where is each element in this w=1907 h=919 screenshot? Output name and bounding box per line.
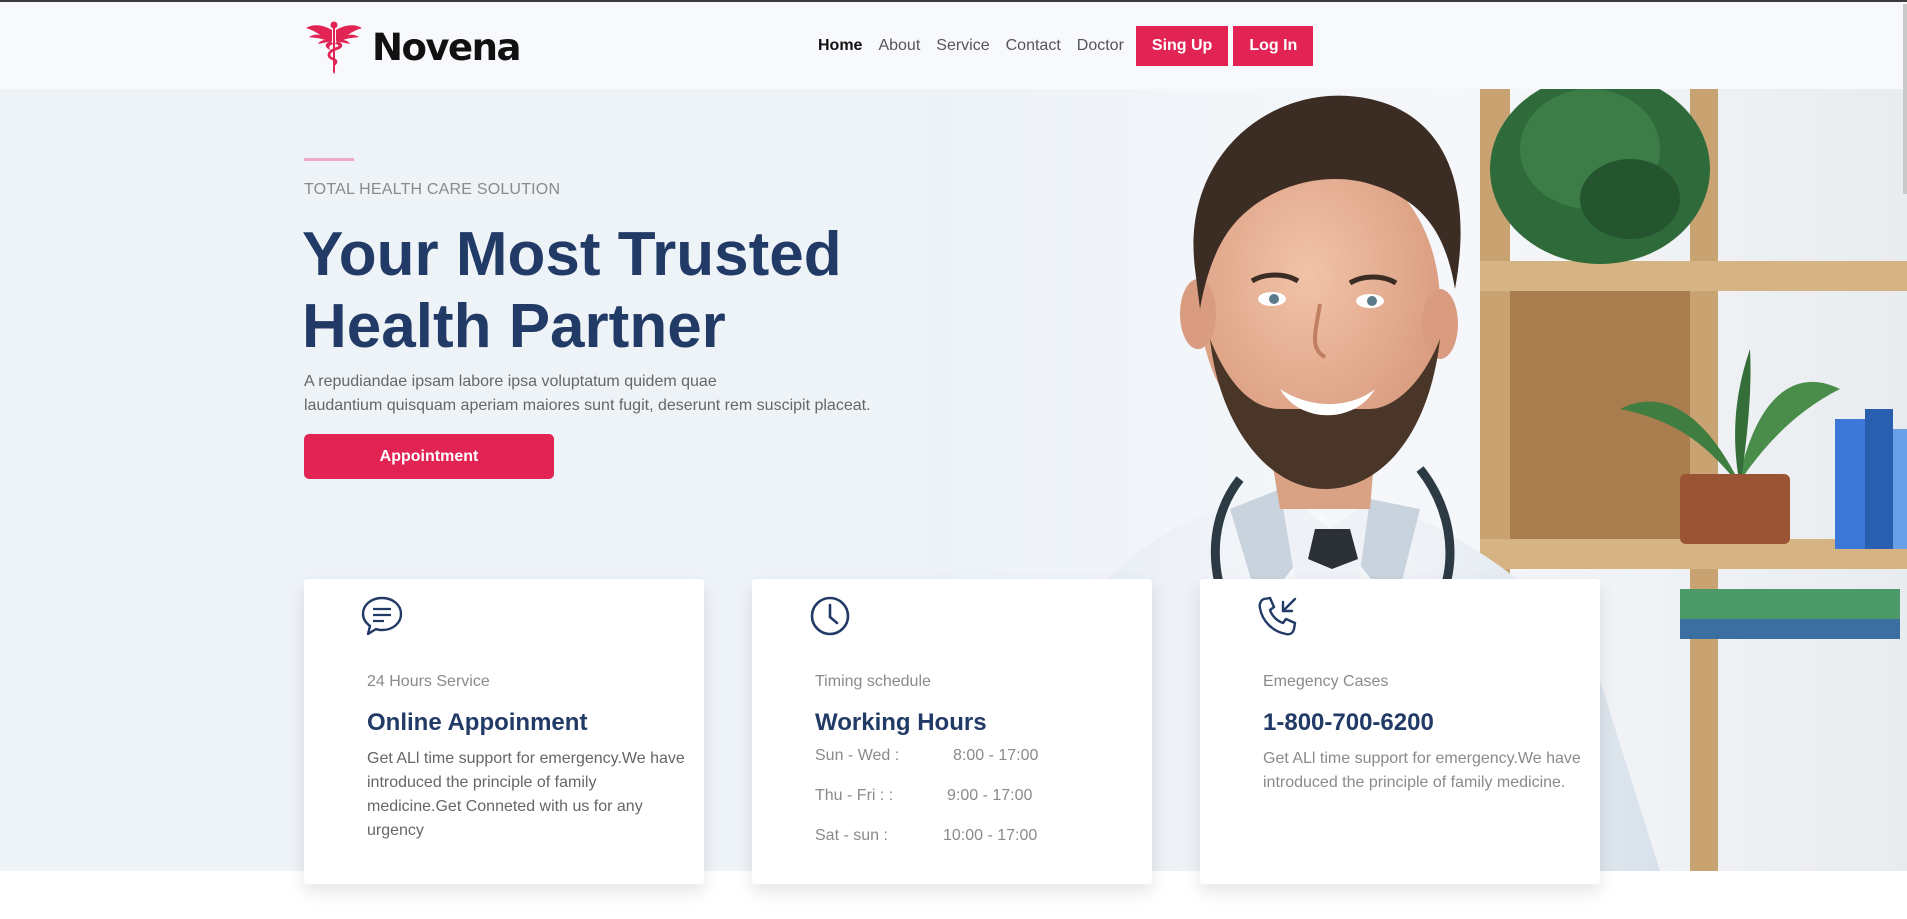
brand-name: Novena: [372, 25, 521, 69]
nav-about[interactable]: About: [870, 37, 928, 55]
hours-time: 9:00 - 17:00: [947, 787, 1033, 804]
hours-day: Thu - Fri : :: [815, 787, 894, 804]
hero-desc-line1: A repudiandae ipsam labore ipsa voluptat…: [304, 373, 717, 390]
brand-logo[interactable]: Novena: [304, 20, 521, 74]
emergency-phone-number[interactable]: 1-800-700-6200: [1263, 709, 1434, 737]
card-emergency: Emegency Cases 1-800-700-6200 Get ALl ti…: [1200, 579, 1600, 884]
card-online-appointment: 24 Hours Service Online Appoinment Get A…: [304, 579, 704, 884]
card-text: Get ALl time support for emergency.We ha…: [367, 750, 685, 839]
hero-title: Your Most Trusted Health Partner: [302, 219, 1002, 363]
hero-title-line2: Health Partner: [302, 292, 726, 361]
caduceus-icon: [306, 21, 362, 74]
nav-contact[interactable]: Contact: [998, 37, 1069, 55]
card-working-hours: Timing schedule Working Hours Sun - Wed …: [752, 579, 1152, 884]
hero-desc-line2: laudantium quisquam aperiam maiores sunt…: [304, 397, 871, 414]
card-eyebrow: Emegency Cases: [1263, 673, 1389, 690]
hours-time: 10:00 - 17:00: [943, 827, 1038, 844]
top-navbar: Novena Home About Service Contact Doctor…: [0, 2, 1907, 89]
nav-service[interactable]: Service: [928, 37, 997, 55]
hours-time: 8:00 - 17:00: [953, 747, 1039, 764]
hours-row: Thu - Fri : : 9:00 - 17:00: [815, 787, 1115, 827]
hours-day: Sat - sun :: [815, 827, 888, 844]
main-nav: Home About Service Contact Doctor Sing U…: [810, 26, 1314, 66]
hero-eyebrow: TOTAL HEALTH CARE SOLUTION: [304, 181, 561, 198]
hero-title-line1: Your Most Trusted: [302, 220, 842, 289]
phone-incoming-icon: [1258, 596, 1297, 636]
clock-icon: [810, 596, 850, 636]
login-button[interactable]: Log In: [1233, 26, 1314, 66]
card-title: Working Hours: [815, 709, 987, 736]
hero-description: A repudiandae ipsam labore ipsa voluptat…: [304, 370, 904, 418]
hero-accent-line: [304, 158, 354, 161]
card-eyebrow: Timing schedule: [815, 673, 931, 690]
hours-row: Sun - Wed : 8:00 - 17:00: [815, 747, 1115, 787]
hours-row: Sat - sun : 10:00 - 17:00: [815, 827, 1115, 867]
appointment-button[interactable]: Appointment: [304, 434, 554, 479]
chat-bubble-icon: [361, 596, 403, 636]
nav-home[interactable]: Home: [810, 37, 870, 55]
hours-day: Sun - Wed :: [815, 747, 900, 764]
card-title: Online Appoinment: [367, 709, 588, 736]
card-eyebrow: 24 Hours Service: [367, 673, 490, 690]
nav-doctor[interactable]: Doctor: [1069, 37, 1132, 55]
signup-button[interactable]: Sing Up: [1135, 26, 1229, 66]
hours-table: Sun - Wed : 8:00 - 17:00 Thu - Fri : : 9…: [815, 747, 1115, 867]
page-scrollbar[interactable]: [1903, 4, 1907, 194]
card-text: Get ALl time support for emergency.We ha…: [1263, 750, 1581, 791]
